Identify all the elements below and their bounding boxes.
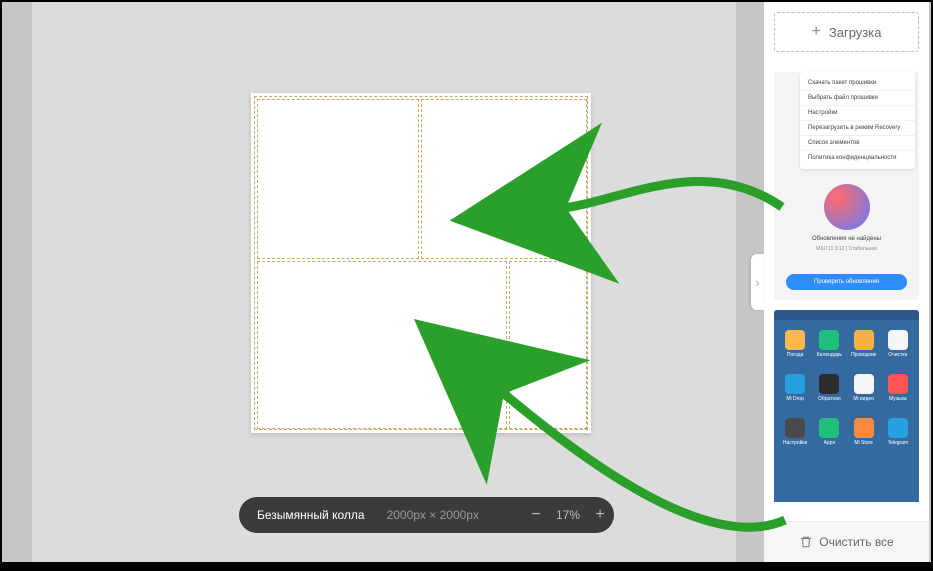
right-sidebar: › + Загрузка Скачать пакет прошивкиВыбра… <box>764 2 929 562</box>
app-icon: Mi Drop <box>780 368 810 408</box>
app-icon: Музыка <box>883 368 913 408</box>
zoom-out-button[interactable]: − <box>522 497 550 533</box>
collage-cell[interactable] <box>257 99 419 259</box>
project-name[interactable]: Безымянный колла <box>239 508 365 522</box>
collage-canvas[interactable] <box>251 93 591 433</box>
clear-all-button[interactable]: Очистить все <box>764 521 929 562</box>
thumbnail-list: Скачать пакет прошивкиВыбрать файл проши… <box>774 62 919 502</box>
thumb-title: Обновления не найдены <box>774 236 919 242</box>
app-icon: Mi Store <box>849 412 879 452</box>
trash-icon <box>799 535 813 549</box>
menu-item: Настройки <box>800 106 915 121</box>
image-thumbnail[interactable]: Скачать пакет прошивкиВыбрать файл проши… <box>774 62 919 300</box>
app-icon: Очистка <box>883 324 913 364</box>
menu-item: Политика конфиденциальности <box>800 151 915 165</box>
thumb-cta-button: Проверить обновления <box>786 274 907 290</box>
phone-dropdown-menu: Скачать пакет прошивкиВыбрать файл проши… <box>800 72 915 169</box>
phone-statusbar <box>774 62 919 72</box>
collage-cell[interactable] <box>509 261 587 429</box>
app-icon: Календарь <box>814 324 844 364</box>
app-icon: Проводник <box>849 324 879 364</box>
canvas-size[interactable]: 2000px × 2000px <box>365 508 479 522</box>
phone-statusbar <box>774 310 919 320</box>
collage-cell[interactable] <box>257 261 507 429</box>
upload-button[interactable]: + Загрузка <box>774 12 919 52</box>
menu-item: Перезагрузить в режим Recovery <box>800 121 915 136</box>
app-icon: Настройки <box>780 412 810 452</box>
app-frame: Безымянный колла 2000px × 2000px − 17% +… <box>2 2 931 562</box>
app-icon: Apps <box>814 412 844 452</box>
app-icon: Telegram <box>883 412 913 452</box>
menu-item: Выбрать файл прошивки <box>800 91 915 106</box>
thumb-subtitle: MIUI 11 9.12 | Стабильная <box>774 246 919 252</box>
plus-icon: + <box>812 23 821 41</box>
collage-cell[interactable] <box>421 99 587 259</box>
collapse-sidebar-button[interactable]: › <box>751 254 764 310</box>
image-thumbnail[interactable]: ПогодаКалендарьПроводникОчистка Mi DropОб… <box>774 310 919 502</box>
app-icon: Обратная <box>814 368 844 408</box>
chevron-right-icon: › <box>755 275 759 290</box>
zoom-toolbar: Безымянный колла 2000px × 2000px − 17% + <box>239 497 614 533</box>
zoom-in-button[interactable]: + <box>586 497 614 533</box>
app-icon: Mi видео <box>849 368 879 408</box>
zoom-percent[interactable]: 17% <box>550 508 586 522</box>
phone-app-grid: ПогодаКалендарьПроводникОчистка Mi DropОб… <box>780 324 913 502</box>
menu-item: Список элементов <box>800 136 915 151</box>
app-icon: Погода <box>780 324 810 364</box>
graphic-icon <box>824 184 870 230</box>
upload-label: Загрузка <box>829 25 882 40</box>
menu-item: Скачать пакет прошивки <box>800 76 915 91</box>
clear-all-label: Очистить все <box>819 535 893 549</box>
work-area[interactable]: Безымянный колла 2000px × 2000px − 17% + <box>32 2 736 562</box>
